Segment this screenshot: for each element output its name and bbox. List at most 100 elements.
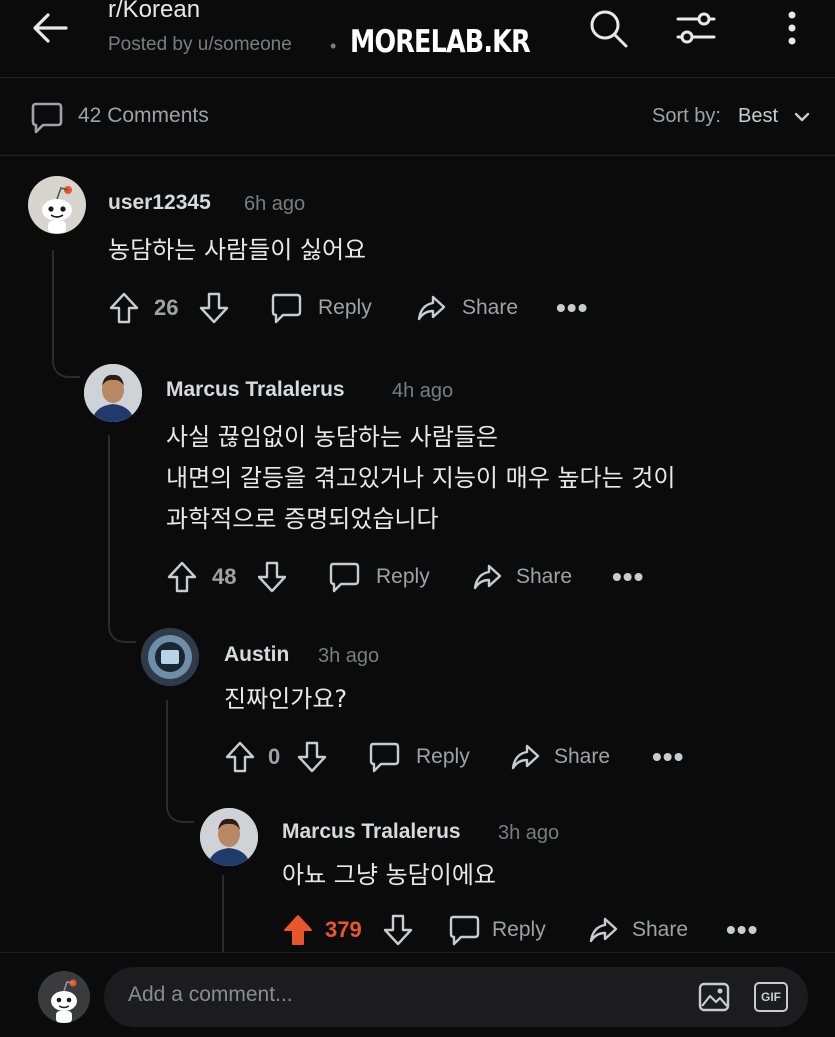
comment-body: 진짜인가요? bbox=[224, 679, 347, 720]
reply-button[interactable]: Reply bbox=[270, 288, 372, 328]
share-icon bbox=[511, 744, 540, 770]
profile-photo-icon bbox=[200, 808, 258, 866]
comment-line: 아뇨 그냥 농담이에요 bbox=[282, 861, 496, 889]
downvote-icon bbox=[383, 914, 413, 946]
share-label: Share bbox=[632, 918, 689, 941]
comment-line: 사실 끊임없이 농담하는 사람들은 bbox=[166, 423, 499, 451]
more-button[interactable]: ••• bbox=[726, 910, 758, 950]
share-button[interactable]: Share bbox=[588, 910, 688, 950]
profile-photo-icon bbox=[141, 628, 199, 686]
vote-count: 48 bbox=[212, 564, 237, 589]
reply-button[interactable]: Reply bbox=[448, 910, 546, 950]
comment-body: 아뇨 그냥 농담이에요 bbox=[282, 855, 496, 896]
share-button[interactable]: Share bbox=[416, 288, 518, 328]
downvote-icon bbox=[199, 292, 229, 324]
reply-icon bbox=[449, 915, 480, 946]
vote-count: 379 bbox=[325, 917, 362, 942]
back-button[interactable] bbox=[28, 8, 72, 48]
share-icon bbox=[417, 295, 446, 321]
comment-time: 6h ago bbox=[244, 193, 306, 215]
comment-body: 사실 끊임없이 농담하는 사람들은 내면의 갈등을 겪고있거나 지능이 매우 높… bbox=[166, 417, 675, 540]
filter-button[interactable] bbox=[674, 6, 718, 50]
avatar[interactable] bbox=[38, 971, 90, 1023]
profile-photo-icon bbox=[84, 364, 142, 422]
downvote-button[interactable] bbox=[382, 910, 414, 950]
more-options-button[interactable] bbox=[770, 6, 814, 50]
thread-line bbox=[166, 700, 168, 795]
downvote-button[interactable] bbox=[296, 737, 328, 777]
separator-dot: • bbox=[330, 36, 337, 56]
posted-by[interactable]: Posted by u/someone bbox=[108, 34, 292, 56]
more-button[interactable]: ••• bbox=[556, 288, 588, 328]
avatar[interactable] bbox=[28, 176, 86, 234]
comment-bubble-icon bbox=[31, 102, 63, 134]
comment-actions: 48 Reply Share ••• bbox=[166, 557, 666, 597]
share-label: Share bbox=[462, 296, 519, 319]
add-comment-input[interactable]: Add a comment... GIF bbox=[104, 967, 808, 1027]
reply-button[interactable]: Reply bbox=[328, 557, 430, 597]
share-icon bbox=[473, 564, 502, 590]
gif-icon: GIF bbox=[761, 990, 781, 1004]
username[interactable]: Marcus Tralalerus bbox=[166, 378, 345, 402]
upvote-button[interactable] bbox=[166, 557, 198, 597]
thread-elbow bbox=[52, 350, 80, 378]
comment-count: 42 Comments bbox=[78, 104, 209, 127]
more-button[interactable]: ••• bbox=[652, 737, 684, 777]
watermark: MORELAB.KR bbox=[350, 24, 531, 60]
reply-icon bbox=[329, 562, 360, 593]
username[interactable]: Austin bbox=[224, 643, 289, 667]
reply-button[interactable]: Reply bbox=[368, 737, 470, 777]
avatar[interactable] bbox=[141, 628, 199, 686]
upvote-button[interactable] bbox=[282, 910, 314, 950]
add-comment-placeholder: Add a comment... bbox=[128, 983, 293, 1006]
more-vertical-icon bbox=[788, 11, 796, 45]
search-button[interactable] bbox=[586, 6, 630, 50]
sort-value[interactable]: Best bbox=[738, 105, 778, 128]
comment-actions: 379 Reply Share ••• bbox=[282, 910, 762, 950]
share-label: Share bbox=[554, 745, 611, 768]
thread-line bbox=[52, 250, 54, 360]
thread-line bbox=[108, 435, 110, 615]
comment-time: 3h ago bbox=[318, 645, 380, 667]
more-button[interactable]: ••• bbox=[612, 557, 644, 597]
chevron-down-icon[interactable] bbox=[793, 108, 811, 126]
image-icon[interactable] bbox=[698, 982, 730, 1012]
gif-button[interactable]: GIF bbox=[754, 982, 788, 1012]
avatar[interactable] bbox=[84, 364, 142, 422]
back-arrow-icon bbox=[33, 13, 68, 43]
vote-count: 0 bbox=[268, 744, 281, 769]
comment-time: 4h ago bbox=[392, 380, 454, 402]
username[interactable]: Marcus Tralalerus bbox=[282, 820, 461, 844]
comment-line: 내면의 갈등을 겪고있거나 지능이 매우 높다는 것이 bbox=[166, 464, 676, 492]
snoo-avatar-icon bbox=[42, 186, 72, 233]
snoo-avatar-icon bbox=[51, 979, 77, 1023]
sort-label[interactable]: Sort by: bbox=[652, 105, 721, 128]
upvote-icon bbox=[167, 561, 197, 593]
avatar[interactable] bbox=[200, 808, 258, 866]
share-label: Share bbox=[516, 565, 573, 588]
reply-icon bbox=[369, 742, 400, 773]
comment-actions: 0 Reply Share ••• bbox=[224, 737, 694, 777]
share-button[interactable]: Share bbox=[510, 737, 610, 777]
downvote-icon bbox=[297, 741, 327, 773]
upvote-icon bbox=[225, 741, 255, 773]
downvote-button[interactable] bbox=[198, 288, 230, 328]
upvote-icon bbox=[284, 915, 312, 945]
comment-line: 농담하는 사람들이 싫어요 bbox=[108, 236, 367, 264]
comment-time: 3h ago bbox=[498, 822, 560, 844]
reply-label: Reply bbox=[492, 918, 546, 941]
downvote-icon bbox=[257, 561, 287, 593]
downvote-button[interactable] bbox=[256, 557, 288, 597]
username[interactable]: user12345 bbox=[108, 191, 211, 215]
upvote-button[interactable] bbox=[108, 288, 140, 328]
vote-count: 26 bbox=[154, 295, 179, 320]
reply-label: Reply bbox=[416, 745, 470, 768]
thread-elbow bbox=[108, 615, 136, 643]
comment-line: 과학적으로 증명되었습니다 bbox=[166, 505, 439, 533]
share-button[interactable]: Share bbox=[472, 557, 572, 597]
subreddit-title[interactable]: r/Korean bbox=[108, 0, 200, 24]
upvote-button[interactable] bbox=[224, 737, 256, 777]
reply-label: Reply bbox=[318, 296, 372, 319]
reply-icon bbox=[271, 293, 302, 324]
share-icon bbox=[589, 917, 618, 943]
